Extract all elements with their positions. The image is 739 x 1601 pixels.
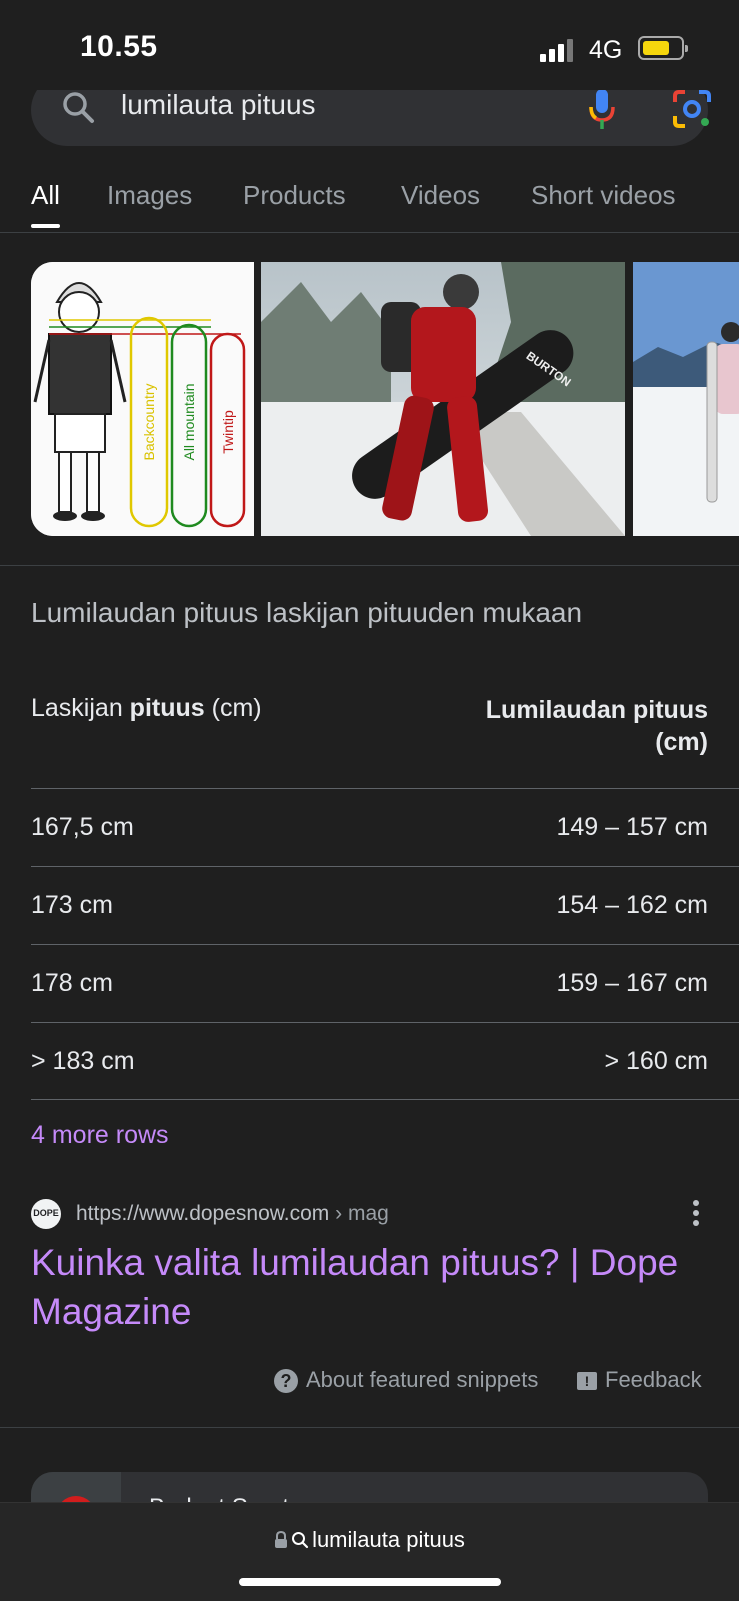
image-snowboarder[interactable]: BURTON — [261, 262, 625, 536]
tab-all[interactable]: All — [31, 180, 60, 228]
site-favicon: DOPE — [31, 1199, 61, 1229]
home-indicator[interactable] — [239, 1578, 501, 1586]
board-length-cell: > 160 cm — [604, 1047, 708, 1075]
browser-address-bar[interactable]: lumilauta pituus — [0, 1502, 739, 1601]
snippet-title: Lumilaudan pituus laskijan pituuden muka… — [31, 597, 583, 628]
favicon-text: DOPE — [33, 1208, 59, 1218]
header-rider-bold: pituus — [129, 694, 205, 722]
result-url: https://www.dopesnow.com › mag — [76, 1202, 389, 1226]
search-icon — [63, 92, 94, 123]
table-row: 173 cm 154 – 162 cm — [31, 866, 739, 944]
tab-products[interactable]: Products — [243, 180, 346, 211]
header-rider-prefix: Laskijan — [31, 694, 130, 722]
battery-icon — [638, 36, 688, 60]
label-all-mountain: All mountain — [181, 383, 197, 461]
help-icon: ? — [274, 1369, 298, 1394]
table-bottom-divider — [31, 1099, 739, 1100]
section-divider — [0, 1427, 739, 1428]
tab-images[interactable]: Images — [107, 180, 192, 211]
label-backcountry: Backcountry — [141, 383, 157, 461]
board-length-cell: 149 – 157 cm — [556, 813, 709, 841]
header-board-line2: (cm) — [655, 728, 708, 756]
result-title-link[interactable]: Kuinka valita lumilaudan pituus? | Dope … — [31, 1238, 711, 1336]
rider-height-cell: 178 cm — [31, 969, 113, 997]
tab-videos[interactable]: Videos — [401, 180, 480, 211]
table-row: > 183 cm > 160 cm — [31, 1022, 739, 1100]
rider-height-cell: 173 cm — [31, 891, 113, 919]
about-label: About featured snippets — [306, 1367, 539, 1392]
board-length-cell: 159 – 167 cm — [556, 969, 709, 997]
section-divider — [0, 565, 739, 566]
header-board-line1: Lumilaudan pituus — [485, 696, 708, 724]
feedback-icon: ! — [577, 1372, 597, 1391]
status-time: 10.55 — [80, 30, 158, 63]
result-breadcrumb: › mag — [329, 1202, 389, 1225]
feedback-label: Feedback — [605, 1367, 702, 1392]
more-rows-link[interactable]: 4 more rows — [31, 1121, 169, 1150]
table-header-board: Lumilaudan pituus (cm) — [486, 694, 708, 758]
more-options-icon[interactable] — [692, 1198, 700, 1228]
table-row: 167,5 cm 149 – 157 cm — [31, 788, 739, 866]
search-tabs: All Images Products Videos Short videos — [0, 170, 739, 233]
search-input[interactable]: lumilauta pituus — [121, 89, 316, 121]
table-row: 178 cm 159 – 167 cm — [31, 944, 739, 1022]
address-text: lumilauta pituus — [312, 1527, 465, 1552]
result-domain: https://www.dopesnow.com — [76, 1202, 330, 1225]
rider-height-cell: 167,5 cm — [31, 813, 134, 841]
lock-icon — [275, 1530, 288, 1548]
board-length-cell: 154 – 162 cm — [556, 891, 709, 919]
about-featured-snippets-link[interactable]: ? About featured snippets — [274, 1367, 539, 1394]
tab-short-videos[interactable]: Short videos — [531, 180, 676, 211]
image-carousel: Backcountry All mountain Twintip BURTON — [31, 262, 739, 536]
network-type: 4G — [589, 36, 623, 64]
result-source[interactable]: DOPE https://www.dopesnow.com › mag — [31, 1198, 708, 1232]
label-twintip: Twintip — [220, 410, 236, 454]
signal-icon — [540, 38, 580, 62]
image-size-chart[interactable]: Backcountry All mountain Twintip — [31, 262, 254, 536]
address-pill[interactable]: lumilauta pituus — [0, 1527, 739, 1553]
microphone-icon[interactable] — [586, 87, 618, 131]
header-rider-suffix: (cm) — [204, 694, 262, 722]
table-header-rider: Laskijan pituus (cm) — [31, 694, 262, 723]
feedback-link[interactable]: ! Feedback — [577, 1367, 702, 1393]
rider-height-cell: > 183 cm — [31, 1047, 135, 1075]
google-lens-icon[interactable] — [671, 88, 713, 130]
search-small-icon — [292, 1532, 309, 1549]
image-slope[interactable] — [633, 262, 739, 536]
status-bar: 10.55 4G — [0, 0, 739, 90]
